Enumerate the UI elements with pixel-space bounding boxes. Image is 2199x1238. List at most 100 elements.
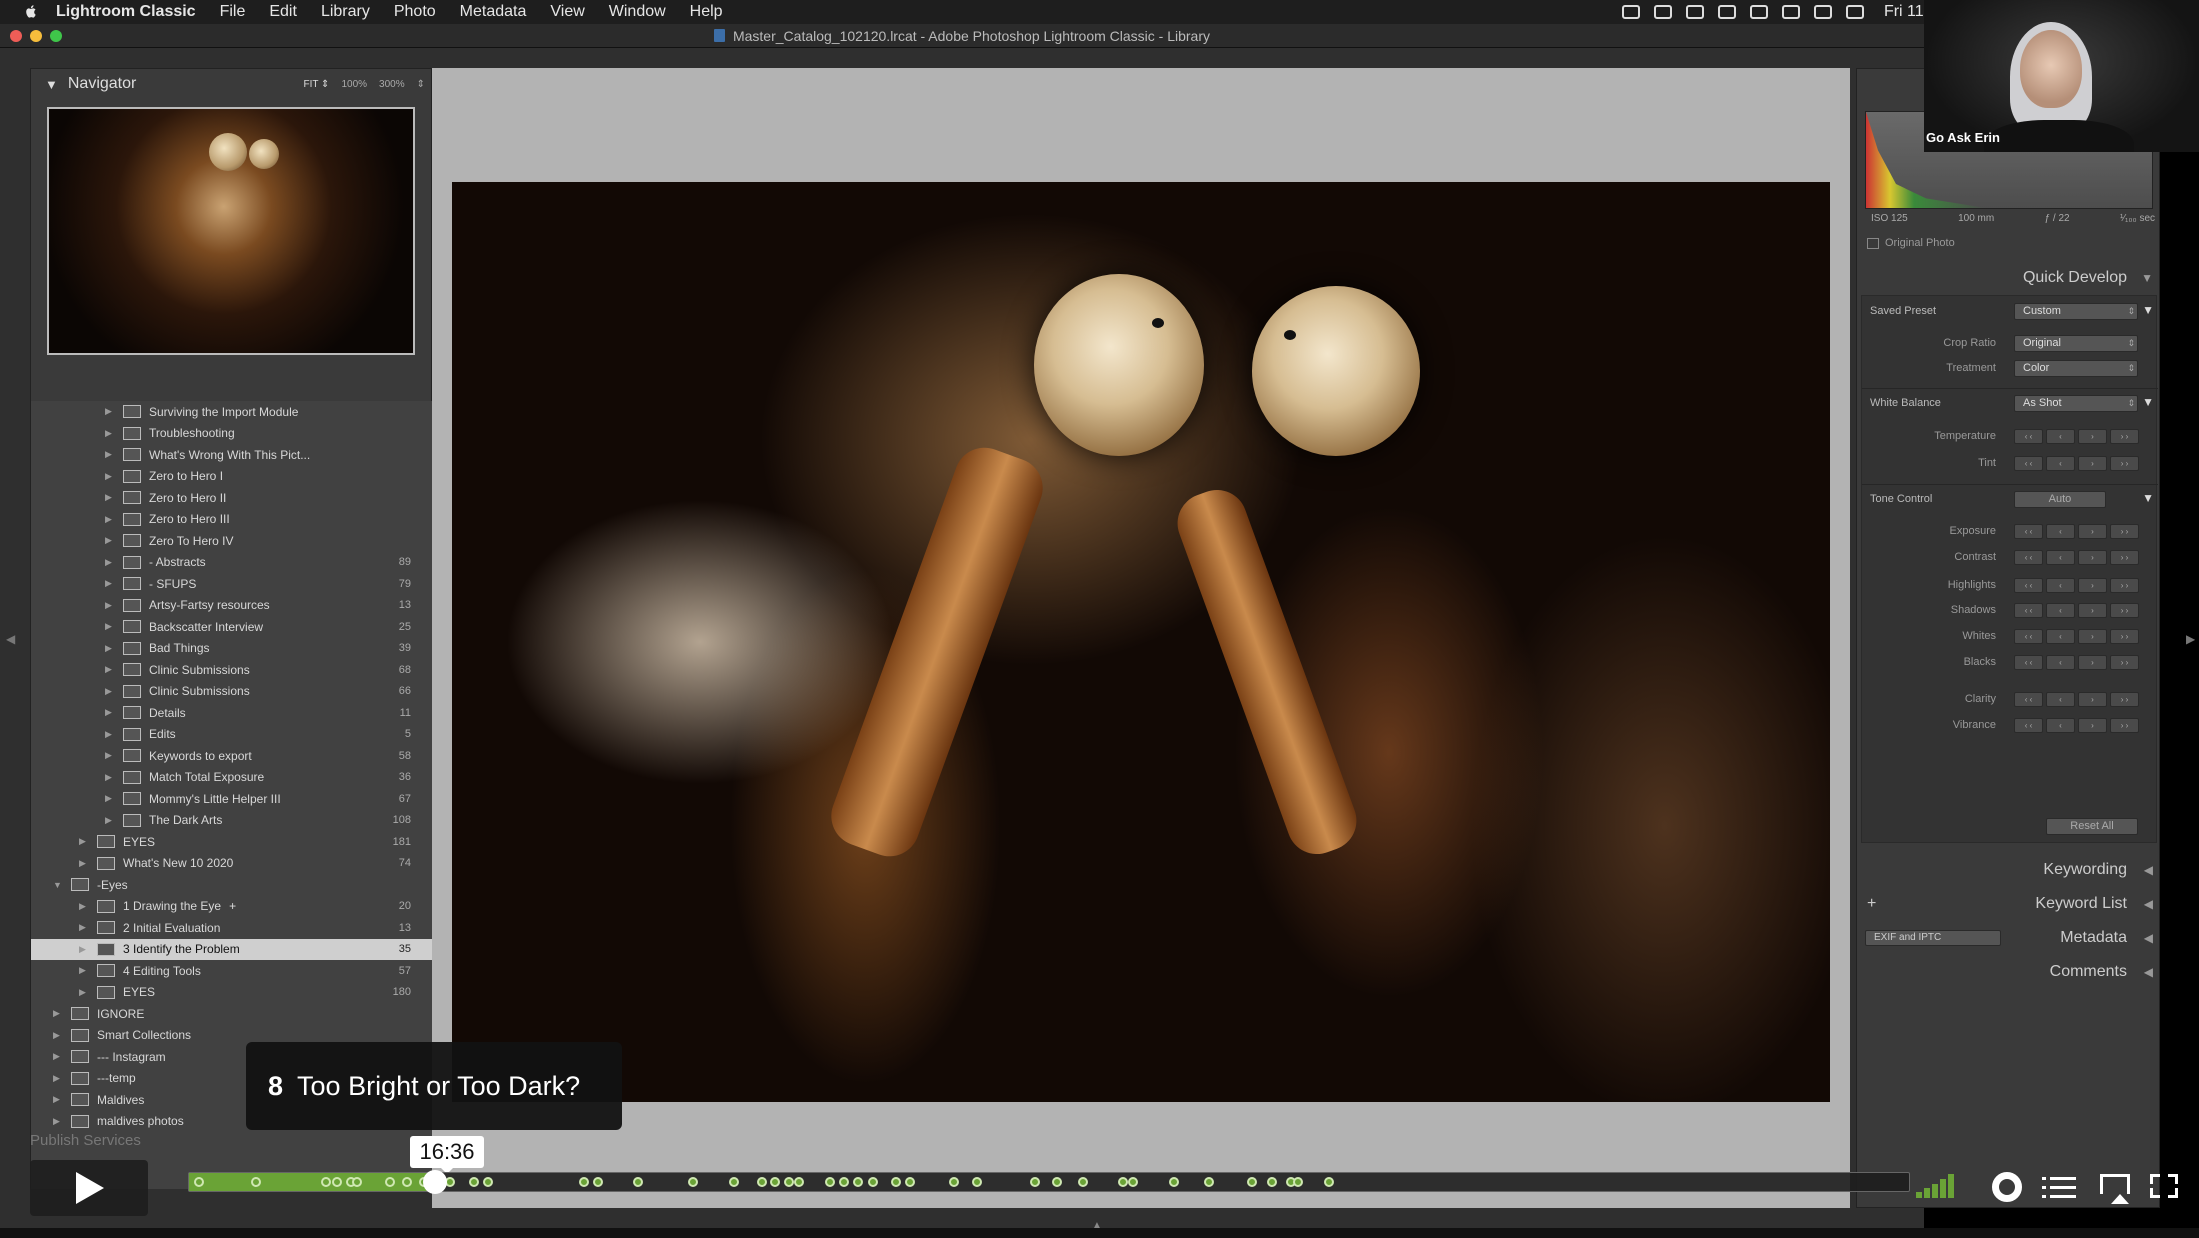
add-keyword-icon[interactable]: + [1867, 895, 1876, 913]
decrease-large-button[interactable]: ‹ ‹ [2014, 429, 2043, 444]
collection-row[interactable]: ▼ -Eyes [31, 874, 433, 896]
chapter-marker[interactable] [1324, 1177, 1335, 1187]
chapter-marker[interactable] [868, 1177, 879, 1187]
chapter-marker[interactable] [890, 1177, 901, 1187]
collection-row[interactable]: ▶ The Dark Arts 108 [31, 810, 433, 832]
progress-bar[interactable] [188, 1170, 1910, 1194]
disclosure-triangle-icon[interactable]: ▶ [53, 1008, 63, 1019]
chapter-marker[interactable] [949, 1177, 960, 1187]
zoom-300[interactable]: 300% [379, 79, 405, 90]
chapter-marker[interactable] [825, 1177, 836, 1187]
disclosure-triangle-icon[interactable]: ▶ [53, 1116, 63, 1127]
zoom-more[interactable]: ⇕ [417, 79, 425, 90]
increase-small-button[interactable]: › [2078, 603, 2107, 618]
chapter-marker[interactable] [971, 1177, 982, 1187]
collection-row[interactable]: ▶ 2 Initial Evaluation 13 [31, 917, 433, 939]
disclosure-triangle-icon[interactable]: ▶ [105, 492, 115, 503]
collection-row[interactable]: ▶ - SFUPS 79 [31, 573, 433, 595]
disclosure-triangle-icon[interactable]: ▶ [105, 535, 115, 546]
collapse-triangle-icon[interactable]: ▼ [2141, 271, 2153, 285]
collection-row[interactable]: ▶ Troubleshooting [31, 423, 433, 445]
chapter-marker[interactable] [579, 1177, 590, 1187]
disclosure-triangle-icon[interactable]: ▶ [105, 729, 115, 740]
zoom-fit[interactable]: FIT ⇕ [303, 79, 329, 90]
menu-lightroom-classic[interactable]: Lightroom Classic [56, 3, 196, 21]
disclosure-triangle-icon[interactable]: ▶ [105, 578, 115, 589]
disclosure-triangle-icon[interactable]: ▶ [105, 621, 115, 632]
bluetooth-icon[interactable] [1781, 5, 1800, 19]
disclosure-triangle-icon[interactable]: ▶ [79, 987, 89, 998]
decrease-large-button[interactable]: ‹ ‹ [2014, 603, 2043, 618]
crop-ratio-dropdown[interactable]: Original [2014, 335, 2138, 352]
settings-gear-icon[interactable] [1992, 1172, 2022, 1202]
collection-row[interactable]: ▶ Match Total Exposure 36 [31, 767, 433, 789]
chapter-marker[interactable] [1052, 1177, 1063, 1187]
collection-row[interactable]: ▶ Mommy's Little Helper III 67 [31, 788, 433, 810]
filmstrip-toggle-icon[interactable]: ▲ [1092, 1220, 1102, 1231]
decrease-small-button[interactable]: ‹ [2046, 456, 2075, 471]
fullscreen-icon[interactable] [2150, 1172, 2184, 1202]
decrease-small-button[interactable]: ‹ [2046, 578, 2075, 593]
collection-row[interactable]: ▶ Edits 5 [31, 724, 433, 746]
chapter-marker[interactable] [852, 1177, 863, 1187]
chapter-marker[interactable] [756, 1177, 767, 1187]
increase-small-button[interactable]: › [2078, 524, 2107, 539]
menu-view[interactable]: View [550, 3, 584, 21]
menu-library[interactable]: Library [321, 3, 370, 21]
chapter-marker[interactable] [1169, 1177, 1180, 1187]
collection-row[interactable]: ▶ 1 Drawing the Eye +20 [31, 896, 433, 918]
chapter-marker[interactable] [1117, 1177, 1128, 1187]
disclosure-triangle-icon[interactable]: ▶ [79, 965, 89, 976]
increase-large-button[interactable]: › › [2110, 550, 2139, 565]
collection-row[interactable]: ▶ Details 11 [31, 702, 433, 724]
increase-large-button[interactable]: › › [2110, 718, 2139, 733]
right-panel-toggle-icon[interactable]: ▶ [2186, 632, 2195, 646]
apple-icon[interactable] [20, 4, 42, 20]
expand-triangle-icon[interactable]: ▼ [2142, 303, 2154, 317]
password-icon[interactable] [1749, 5, 1768, 19]
decrease-small-button[interactable]: ‹ [2046, 524, 2075, 539]
creative-cloud-icon[interactable] [1717, 5, 1736, 19]
collection-row[interactable]: ▶ 4 Editing Tools 57 [31, 960, 433, 982]
disclosure-triangle-icon[interactable]: ▶ [105, 406, 115, 417]
collection-row[interactable]: ▶ Backscatter Interview 25 [31, 616, 433, 638]
zoom-window-button[interactable] [50, 30, 62, 42]
reset-all-button[interactable]: Reset All [2046, 818, 2138, 835]
increase-large-button[interactable]: › › [2110, 655, 2139, 670]
disclosure-triangle-icon[interactable]: ▶ [105, 815, 115, 826]
screen-share-icon[interactable] [1685, 5, 1704, 19]
chapter-marker[interactable] [794, 1177, 805, 1187]
increase-small-button[interactable]: › [2078, 429, 2107, 444]
increase-large-button[interactable]: › › [2110, 578, 2139, 593]
chapter-marker[interactable] [331, 1177, 342, 1187]
disclosure-triangle-icon[interactable]: ▶ [79, 836, 89, 847]
disclosure-triangle-icon[interactable]: ▶ [105, 428, 115, 439]
disclosure-triangle-icon[interactable]: ▶ [105, 793, 115, 804]
menu-help[interactable]: Help [690, 3, 723, 21]
white-balance-dropdown[interactable]: As Shot [2014, 395, 2138, 412]
increase-large-button[interactable]: › › [2110, 629, 2139, 644]
collection-row[interactable]: ▶ Surviving the Import Module [31, 401, 433, 423]
collection-row[interactable]: ▶ Clinic Submissions 66 [31, 681, 433, 703]
expand-triangle-icon[interactable]: ▼ [2142, 491, 2154, 505]
minimize-window-button[interactable] [30, 30, 42, 42]
disclosure-triangle-icon[interactable]: ▶ [79, 901, 89, 912]
chapter-marker[interactable] [1203, 1177, 1214, 1187]
collapse-triangle-icon[interactable]: ▼ [45, 77, 58, 92]
left-panel-toggle-icon[interactable]: ◀ [6, 632, 15, 646]
decrease-small-button[interactable]: ‹ [2046, 550, 2075, 565]
expand-left-triangle-icon[interactable]: ◀ [2144, 863, 2153, 877]
increase-small-button[interactable]: › [2078, 655, 2107, 670]
disclosure-triangle-icon[interactable]: ▶ [79, 922, 89, 933]
expanded-triangle-icon[interactable]: ▼ [53, 880, 63, 890]
navigator-preview[interactable] [47, 107, 415, 355]
collection-row[interactable]: ▶ 3 Identify the Problem 35 [31, 938, 433, 960]
disclosure-triangle-icon[interactable]: ▶ [53, 1073, 63, 1084]
disclosure-triangle-icon[interactable]: ▶ [105, 750, 115, 761]
disclosure-triangle-icon[interactable]: ▶ [105, 664, 115, 675]
collection-row[interactable]: ▶ - Abstracts 89 [31, 552, 433, 574]
menu-window[interactable]: Window [609, 3, 666, 21]
comments-header[interactable]: Comments ◀ [1857, 959, 2161, 985]
chapter-marker[interactable] [784, 1177, 795, 1187]
keyword-list-header[interactable]: + Keyword List ◀ [1857, 891, 2161, 917]
